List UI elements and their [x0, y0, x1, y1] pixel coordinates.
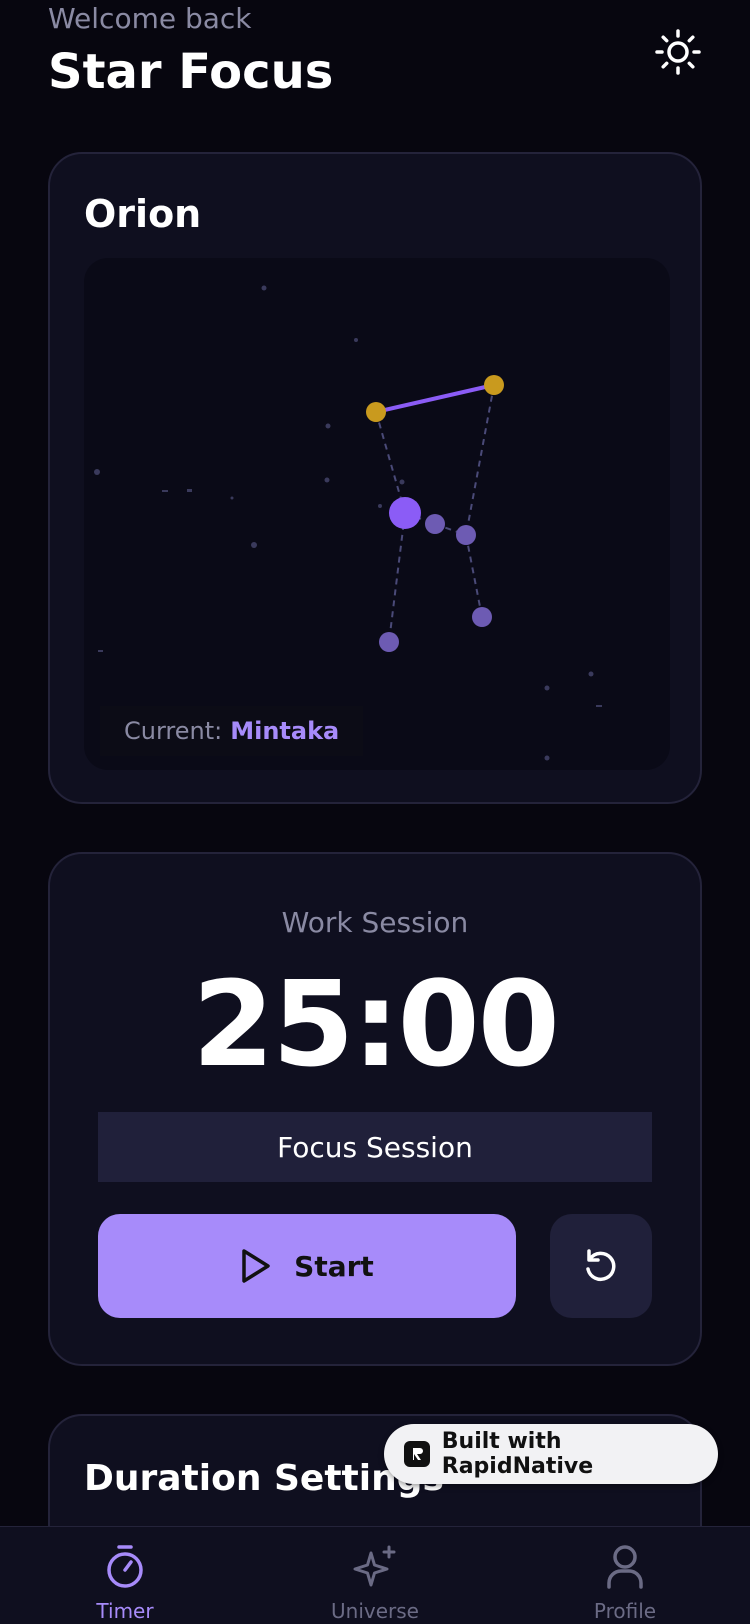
timer-display: 25:00 [192, 955, 560, 1093]
star-alnitak[interactable] [456, 525, 476, 545]
reset-button[interactable] [550, 1214, 652, 1318]
session-label-field[interactable]: Focus Session [98, 1112, 652, 1182]
sparkles-icon [353, 1545, 396, 1587]
shoulder-line [374, 383, 496, 414]
nav-label-profile: Profile [593, 1599, 657, 1623]
constellation-map[interactable]: Current: Mintaka [84, 258, 670, 770]
sun-icon [655, 29, 701, 75]
session-type: Work Session [281, 906, 469, 939]
star-saiph[interactable] [472, 607, 492, 627]
theme-toggle-button[interactable] [652, 26, 704, 78]
star-bellatrix[interactable] [484, 375, 504, 395]
timer-icon [107, 1545, 143, 1588]
timer-card: Work Session 25:00 Focus Session Start [48, 852, 702, 1366]
start-button-label: Start [294, 1249, 374, 1283]
nav-item-universe[interactable]: Universe [295, 1527, 455, 1624]
constellation-name: Orion [84, 192, 202, 236]
star-mintaka[interactable] [389, 497, 421, 529]
current-label: Current: [124, 717, 223, 745]
welcome-text: Welcome back [48, 2, 252, 35]
screen: Welcome back Star Focus Orion Current: M… [0, 0, 750, 1624]
current-star-indicator: Current: Mintaka [100, 706, 364, 756]
app-title: Star Focus [48, 44, 334, 100]
nav-item-timer[interactable]: Timer [45, 1527, 205, 1624]
start-button[interactable]: Start [98, 1214, 516, 1318]
reset-icon [586, 1249, 616, 1282]
nav-label-universe: Universe [331, 1599, 419, 1623]
current-star-name: Mintaka [230, 717, 340, 745]
user-icon [607, 1545, 643, 1589]
star-rigel[interactable] [379, 632, 399, 652]
constellation-card: Orion Current: Mintaka [48, 152, 702, 804]
built-with-badge[interactable]: Built with RapidNative [384, 1424, 718, 1484]
play-icon [242, 1249, 270, 1283]
star-map [94, 285, 602, 761]
star-alnilam[interactable] [425, 514, 445, 534]
rapidnative-logo-icon [404, 1441, 430, 1467]
nav-label-timer: Timer [96, 1599, 154, 1623]
badge-text: Built with RapidNative [441, 1429, 594, 1479]
nav-item-profile[interactable]: Profile [545, 1527, 705, 1624]
background-stars [94, 285, 602, 761]
bottom-nav: Timer Universe Profile [0, 1526, 750, 1624]
star-betelgeuse[interactable] [366, 402, 386, 422]
